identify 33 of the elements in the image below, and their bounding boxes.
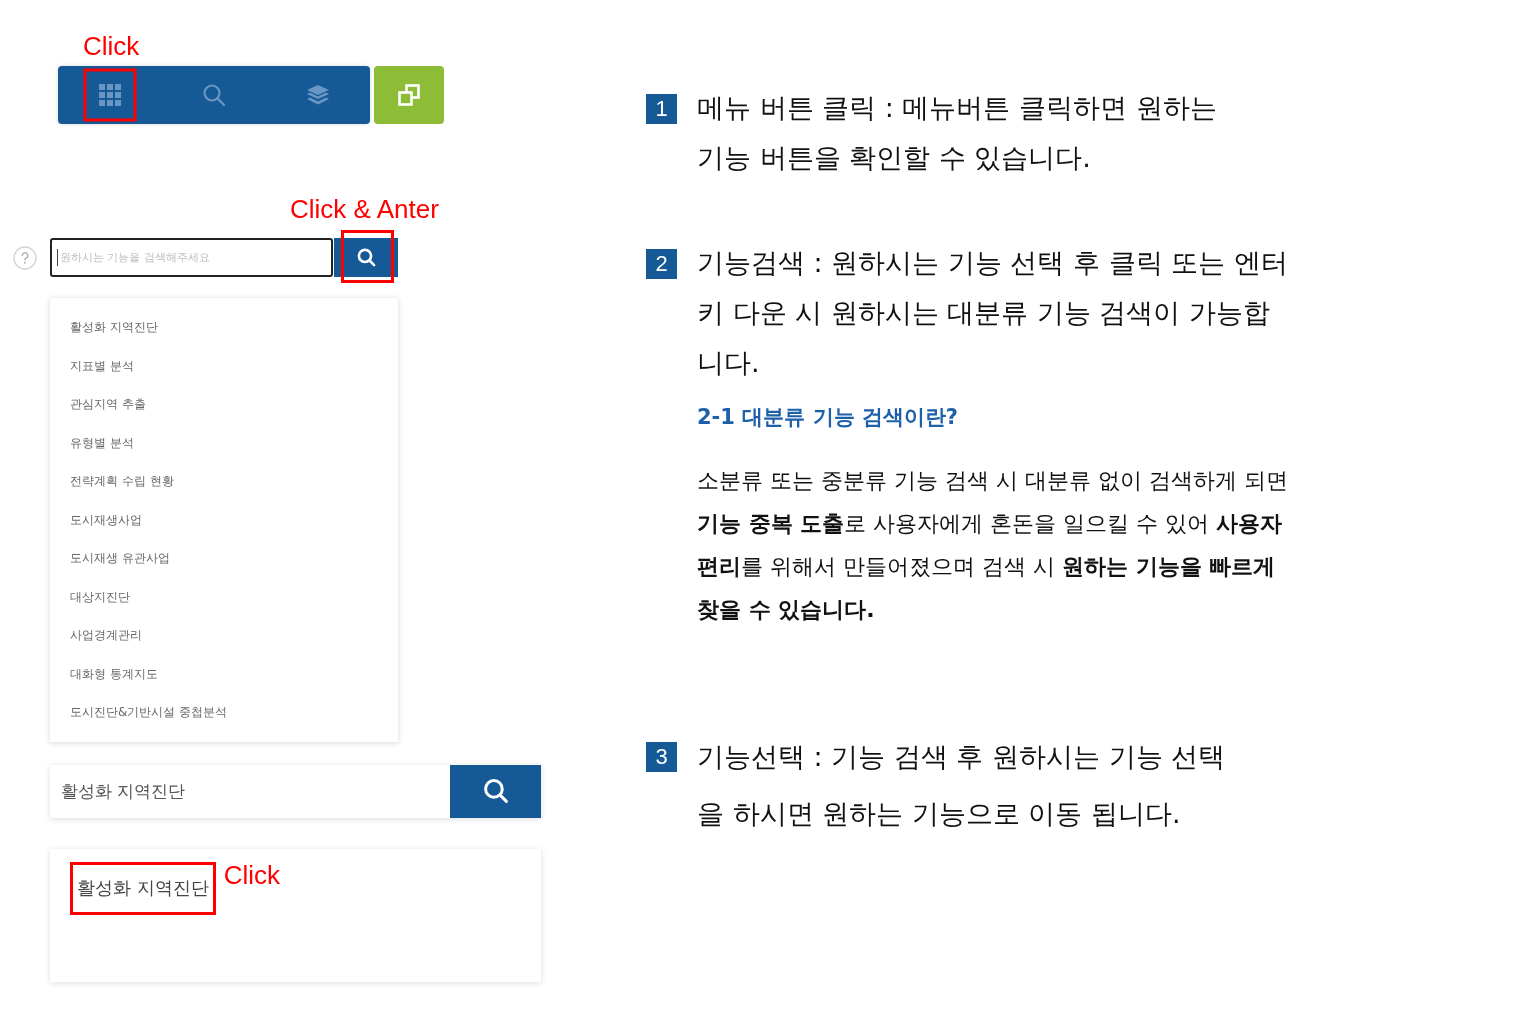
click-annotation: Click & Anter	[290, 194, 439, 224]
click-annotation: Click	[83, 31, 140, 61]
search-icon	[356, 248, 376, 267]
suggestion-item[interactable]: 도시재생 유관사업	[50, 539, 398, 578]
windows-button[interactable]	[374, 66, 444, 124]
search-icon	[203, 84, 225, 106]
step-description: 기능검색 : 원하시는 기능 선택 후 클릭 또는 엔터 키 다운 시 원하시는 대분류 기능 검색이 가능합 니다.	[697, 246, 1288, 380]
overlapping-squares-icon	[398, 84, 420, 106]
step-number: 1	[646, 94, 677, 124]
step-number: 2	[646, 249, 677, 279]
search-field[interactable]: 활성화 지역진단	[50, 764, 450, 818]
click-annotation: Click	[223, 859, 281, 890]
layers-icon	[307, 85, 329, 105]
step-description: 메뉴 버튼 클릭 : 메뉴버튼 클릭하면 원하는 기능 버튼을 확인할 수 있습니다.	[697, 91, 1217, 175]
suggestion-item[interactable]: 활성화 지역진단	[50, 308, 398, 347]
suggestion-item[interactable]: 관심지역 추출	[50, 385, 398, 424]
suggestion-item[interactable]: 도시진단&기반시설 중첩분석	[50, 693, 398, 732]
suggestion-item[interactable]: 사업경계관리	[50, 616, 398, 655]
suggestion-item[interactable]: 대상지진단	[50, 577, 398, 616]
section-paragraph: 소분류 또는 중분류 기능 검색 시 대분류 없이 검색하게 되면 기능 중복 도출로 사용자에게 혼돈을 일으킬 수 있어 사용자 편리를 위해서 만들어졌으며 검색 시 원하는 기능을 빠르게 찾을 수 있습니다.	[697, 467, 1288, 624]
suggestion-item[interactable]: 지표별 분석	[50, 346, 398, 385]
suggestion-item[interactable]: 도시재생사업	[50, 500, 398, 539]
suggestion-item[interactable]: 대화형 통계지도	[50, 654, 398, 693]
suggestion-item[interactable]: 전략계획 수립 현황	[50, 462, 398, 501]
section-heading: 2-1 대분류 기능 검색이란?	[697, 404, 960, 431]
step-number: 3	[646, 742, 677, 772]
result-item[interactable]: 활성화 지역진단	[70, 861, 216, 915]
help-icon	[13, 245, 37, 270]
suggestion-item[interactable]: 유형별 분석	[50, 423, 398, 462]
search-button[interactable]	[450, 764, 541, 818]
step-description: 기능선택 : 기능 검색 후 원하시는 기능 선택 을 하시면 원하는 기능으로 이동 됩니다.	[697, 740, 1226, 831]
grid-icon	[99, 84, 121, 106]
search-icon	[482, 778, 509, 804]
